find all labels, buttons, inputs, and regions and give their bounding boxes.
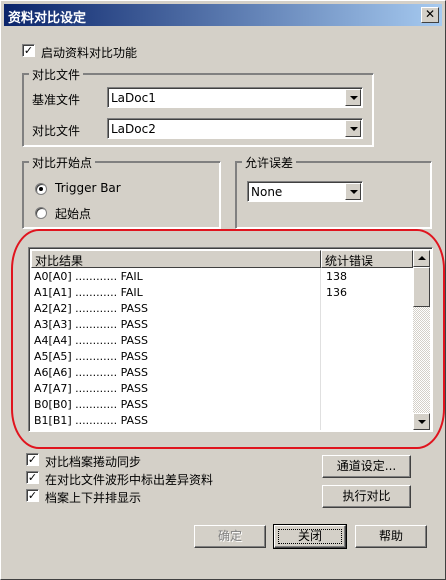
channel-settings-button[interactable]: 通道设定... [322, 455, 411, 478]
tolerance-value: None [251, 185, 283, 199]
chevron-down-icon[interactable] [345, 183, 361, 200]
ok-button[interactable]: 确定 [194, 525, 266, 548]
start-origin-radio[interactable] [35, 207, 47, 219]
mark-diff-checkbox[interactable]: ✓ [26, 471, 39, 484]
sync-scroll-label: 对比档案捲动同步 [45, 455, 142, 469]
list-item[interactable]: A6[A6] ............ PASS [34, 366, 148, 379]
base-file-select[interactable]: LaDoc1 [107, 87, 363, 108]
window-title: 资料对比设定 [8, 11, 87, 26]
column-header-errors[interactable]: 统计错误 [321, 250, 413, 268]
list-item[interactable]: A5[A5] ............ PASS [34, 350, 148, 363]
start-origin-label: 起始点 [55, 207, 92, 221]
start-point-group-title: 对比开始点 [29, 154, 96, 171]
sync-scroll-checkbox[interactable]: ✓ [26, 453, 39, 466]
tolerance-select[interactable]: None [247, 181, 363, 202]
list-item[interactable]: B1[B1] ............ PASS [34, 414, 148, 427]
scroll-down-button[interactable] [413, 413, 430, 430]
list-item[interactable]: A2[A2] ............ PASS [34, 302, 148, 315]
scroll-up-button[interactable] [413, 250, 430, 267]
list-item[interactable]: A1[A1] ............ FAIL [34, 286, 143, 299]
focus-rect [278, 529, 342, 544]
list-item[interactable]: B0[B0] ............ PASS [34, 398, 148, 411]
vertical-scrollbar[interactable] [413, 250, 430, 430]
chevron-down-icon[interactable] [345, 89, 361, 106]
compare-results-list[interactable]: 对比结果 统计错误 A0[A0] ............ FAIL 138 A… [28, 247, 433, 432]
start-trigger-bar-radio[interactable] [35, 183, 47, 195]
list-item[interactable]: A7[A7] ............ PASS [34, 382, 148, 395]
list-item[interactable]: A3[A3] ............ PASS [34, 318, 148, 331]
close-button[interactable]: 关闭 [273, 524, 347, 549]
enable-compare-label: 启动资料对比功能 [41, 46, 138, 60]
scroll-thumb[interactable] [413, 267, 430, 307]
arrow-down-icon [418, 420, 426, 424]
run-compare-button[interactable]: 执行对比 [322, 485, 411, 508]
close-icon[interactable]: ✕ [421, 7, 439, 23]
list-item[interactable]: A0[A0] ............ FAIL [34, 270, 143, 283]
stack-display-label: 档案上下并排显示 [45, 491, 142, 505]
tolerance-group-title: 允许误差 [242, 154, 297, 171]
list-item-errors: 138 [326, 270, 347, 283]
dialog-window: 资料对比设定 ✕ ✓ 启动资料对比功能 对比文件 基准文件 LaDoc1 对比文… [0, 0, 446, 580]
base-file-label: 基准文件 [32, 93, 81, 107]
compare-file-select[interactable]: LaDoc2 [107, 118, 363, 139]
base-file-value: LaDoc1 [111, 91, 156, 105]
stack-display-checkbox[interactable]: ✓ [26, 489, 39, 502]
compare-files-group-title: 对比文件 [29, 66, 84, 83]
chevron-down-icon[interactable] [345, 120, 361, 137]
list-item-errors: 136 [326, 286, 347, 299]
arrow-up-icon [418, 256, 426, 260]
start-trigger-bar-label: Trigger Bar [55, 181, 121, 195]
title-bar[interactable]: 资料对比设定 ✕ [4, 4, 442, 26]
help-button[interactable]: 帮助 [355, 525, 427, 548]
start-point-group: 对比开始点 [22, 154, 221, 229]
list-item[interactable]: A4[A4] ............ PASS [34, 334, 148, 347]
column-divider [320, 268, 321, 430]
compare-file-label: 对比文件 [32, 124, 81, 138]
compare-file-value: LaDoc2 [111, 122, 156, 136]
enable-compare-checkbox[interactable]: ✓ [22, 44, 35, 57]
column-header-result[interactable]: 对比结果 [31, 250, 321, 268]
mark-diff-label: 在对比文件波形中标出差异资料 [45, 473, 214, 487]
